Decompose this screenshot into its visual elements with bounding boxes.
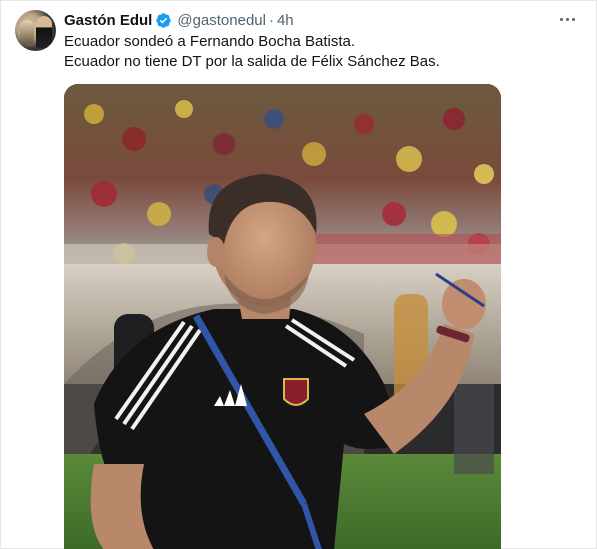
more-options-icon[interactable] <box>556 9 578 29</box>
tweet-header: Gastón Edul @gastonedul · 4h <box>64 10 294 30</box>
header-separator: · <box>268 11 274 29</box>
tweet-card[interactable]: Gastón Edul @gastonedul · 4h Ecuador son… <box>0 0 597 549</box>
tweet-text-line: Ecuador no tiene DT por la salida de Fél… <box>64 53 440 70</box>
tweet-photo[interactable] <box>64 84 501 549</box>
tweet-text: Ecuador sondeó a Fernando Bocha Batista.… <box>64 32 440 72</box>
verified-badge-icon <box>155 12 172 29</box>
tweet-timestamp[interactable]: 4h <box>277 12 294 29</box>
author-name[interactable]: Gastón Edul <box>64 12 152 29</box>
author-handle[interactable]: @gastonedul <box>177 12 266 29</box>
author-avatar[interactable] <box>15 10 56 51</box>
avatar-figure-left <box>20 20 34 44</box>
avatar-figure-right <box>36 16 52 48</box>
tweet-text-line: Ecuador sondeó a Fernando Bocha Batista. <box>64 33 356 50</box>
